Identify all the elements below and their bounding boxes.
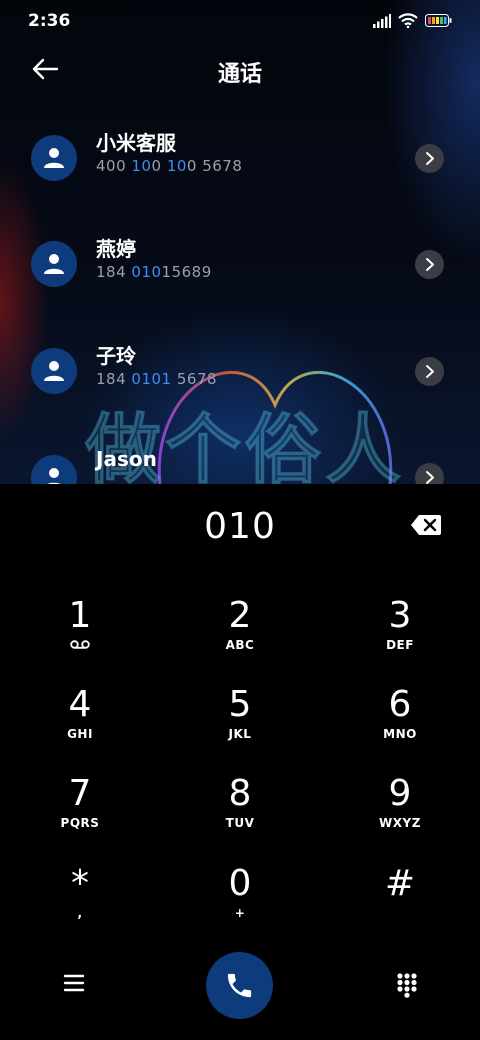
battery-icon bbox=[425, 14, 452, 27]
avatar bbox=[31, 135, 77, 181]
contact-name: 小米客服 bbox=[96, 131, 176, 155]
key-1[interactable]: 1 bbox=[20, 596, 140, 676]
key-9[interactable]: 9 WXYZ bbox=[340, 774, 460, 854]
wifi-icon bbox=[398, 13, 418, 28]
dialed-number: 010 bbox=[204, 506, 276, 547]
contact-name: 子玲 bbox=[96, 344, 136, 368]
contact-row[interactable]: Jason bbox=[0, 447, 480, 484]
contact-detail-button[interactable] bbox=[415, 463, 444, 484]
key-star[interactable]: * , bbox=[20, 864, 140, 944]
key-2[interactable]: 2 ABC bbox=[180, 596, 300, 676]
backspace-icon[interactable] bbox=[410, 514, 442, 536]
key-hash[interactable]: # bbox=[340, 864, 460, 944]
key-5[interactable]: 5 JKL bbox=[180, 685, 300, 765]
chevron-right-icon bbox=[426, 471, 434, 484]
chevron-right-icon bbox=[426, 152, 434, 165]
contact-number: 184 0101 5678 bbox=[96, 370, 218, 388]
person-icon bbox=[44, 361, 64, 381]
voicemail-icon bbox=[70, 640, 90, 649]
status-bar: 2:36 bbox=[0, 0, 480, 42]
key-7[interactable]: 7 PQRS bbox=[20, 774, 140, 854]
contact-name: 燕婷 bbox=[96, 237, 136, 261]
status-time: 2:36 bbox=[28, 11, 71, 31]
key-8[interactable]: 8 TUV bbox=[180, 774, 300, 854]
contact-detail-button[interactable] bbox=[415, 144, 444, 173]
key-6[interactable]: 6 MNO bbox=[340, 685, 460, 765]
dialer-panel: 010 1 2 ABC 3 DEF 4 GHI 5 JKL 6 MNO 7 PQ… bbox=[0, 484, 480, 1040]
menu-icon[interactable] bbox=[60, 971, 88, 995]
person-icon bbox=[47, 468, 61, 484]
contact-row[interactable]: 燕婷 184 01015689 bbox=[0, 237, 480, 321]
keypad-icon[interactable] bbox=[396, 972, 418, 998]
contact-number: 184 01015689 bbox=[96, 263, 212, 281]
person-icon bbox=[44, 254, 64, 274]
call-button[interactable] bbox=[206, 952, 273, 1019]
chevron-right-icon bbox=[426, 365, 434, 378]
contact-detail-button[interactable] bbox=[415, 250, 444, 279]
contact-detail-button[interactable] bbox=[415, 357, 444, 386]
key-4[interactable]: 4 GHI bbox=[20, 685, 140, 765]
avatar bbox=[31, 348, 77, 394]
phone-icon bbox=[227, 973, 252, 998]
page-title: 通话 bbox=[217, 62, 262, 87]
contact-number: 400 100 100 5678 bbox=[96, 157, 243, 175]
contact-row[interactable]: 子玲 184 0101 5678 bbox=[0, 344, 480, 428]
contacts-area: 做个俗人 2:36 通话 小米客服 400 100 100 5678 燕婷 18… bbox=[0, 0, 480, 484]
contact-row[interactable]: 小米客服 400 100 100 5678 bbox=[0, 131, 480, 215]
status-icons bbox=[373, 13, 452, 28]
key-0[interactable]: 0 + bbox=[180, 864, 300, 944]
person-icon bbox=[44, 148, 64, 168]
key-3[interactable]: 3 DEF bbox=[340, 596, 460, 676]
chevron-right-icon bbox=[426, 258, 434, 271]
avatar bbox=[31, 455, 77, 484]
avatar bbox=[31, 241, 77, 287]
contact-name: Jason bbox=[96, 447, 157, 471]
signal-icon bbox=[373, 13, 391, 28]
